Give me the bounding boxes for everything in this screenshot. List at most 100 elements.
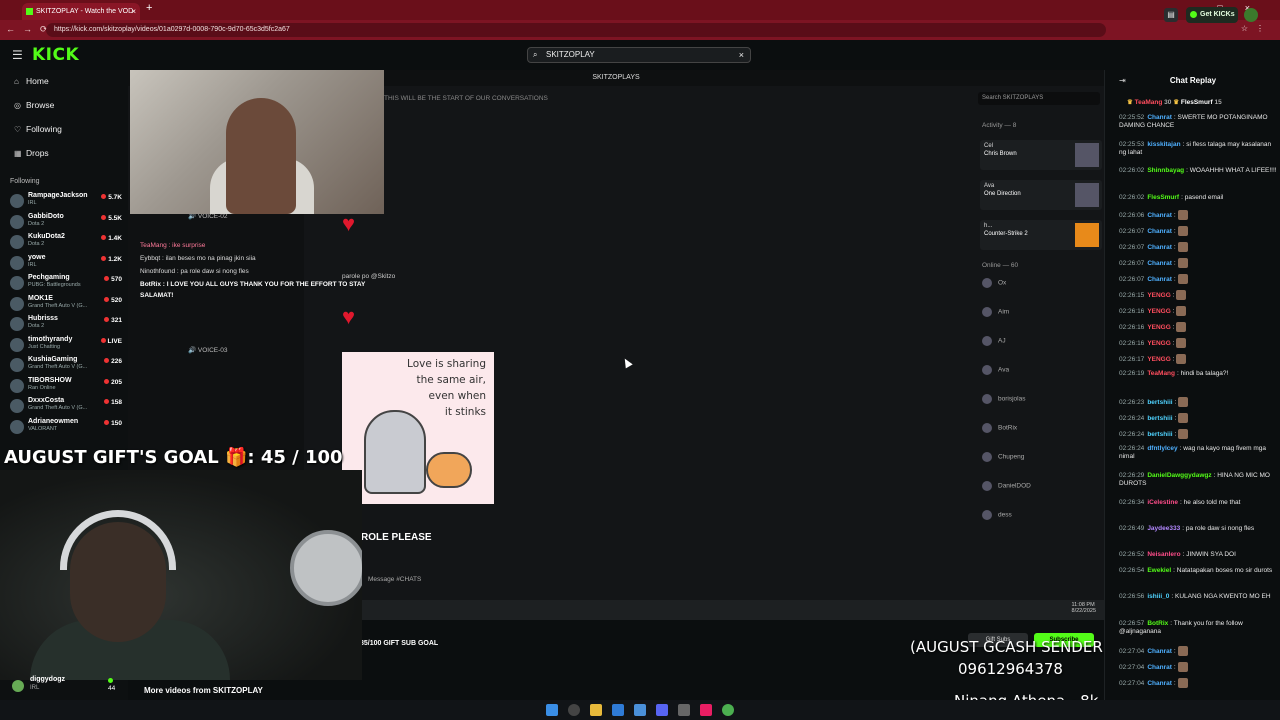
start-icon[interactable] xyxy=(546,704,558,716)
channel-viewers: 5.7K xyxy=(101,194,122,201)
channel-category: Ran Online xyxy=(28,384,56,391)
chat-username[interactable]: Shinnbayag xyxy=(1147,167,1184,174)
gift-icon: 🎁 xyxy=(224,447,248,468)
store-icon[interactable] xyxy=(634,704,646,716)
chat-username[interactable]: Chanrat xyxy=(1147,212,1172,219)
nav-home[interactable]: ⌂ Home xyxy=(14,76,49,86)
chat-username[interactable]: BotRix xyxy=(1147,620,1168,627)
sidebar-channel[interactable]: Pechgaming PUBG: Battlegrounds 570 xyxy=(10,274,124,290)
nav-browse[interactable]: ◎ Browse xyxy=(14,100,54,110)
fan-icon xyxy=(290,530,362,606)
chat-timestamp: 02:26:15 xyxy=(1119,291,1145,299)
chat-username[interactable]: YENGG xyxy=(1147,308,1170,315)
channel-category: IRL xyxy=(28,261,37,268)
chat-username[interactable]: iCelestine xyxy=(1147,499,1178,506)
get-kicks-button[interactable]: Get KICKs xyxy=(1186,7,1238,23)
sticker-fox xyxy=(364,410,426,494)
close-tab-icon[interactable]: × xyxy=(131,3,136,20)
emote-icon xyxy=(1177,258,1188,268)
sidebar-channel[interactable]: MOK1E Grand Theft Auto V (G... 520 xyxy=(10,295,124,311)
nav-following[interactable]: ♡ Following xyxy=(14,124,62,134)
theater-mode-icon[interactable]: ▤ xyxy=(1164,8,1178,22)
channel-avatar xyxy=(10,419,24,434)
settings-icon[interactable] xyxy=(678,704,690,716)
chat-message: 02:26:17 YENGG: xyxy=(1119,354,1279,364)
chat-colon: : xyxy=(1173,211,1178,219)
chat-username[interactable]: bertshiii xyxy=(1147,399,1172,406)
chat-username[interactable]: YENGG xyxy=(1147,340,1170,347)
kick-logo[interactable]: KICK xyxy=(32,45,79,65)
sidebar-channel[interactable]: timothyrandy Just Chatting LIVE xyxy=(10,336,124,352)
sidebar-channel[interactable]: Adrianeowmen VALORANT 150 xyxy=(10,418,124,434)
file-explorer-icon[interactable] xyxy=(590,704,602,716)
chat-username[interactable]: bertshiii xyxy=(1147,431,1172,438)
sidebar-channel[interactable]: GabbiDoto Dota 2 5.5K xyxy=(10,213,124,229)
emote-icon xyxy=(1178,429,1189,439)
more-videos-link[interactable]: More videos from SKITZOPLAY xyxy=(144,686,263,695)
sidebar-channel[interactable]: RampageJackson IRL 5.7K xyxy=(10,192,124,208)
channel-viewers: 150 xyxy=(104,419,122,427)
chat-username[interactable]: Chanrat xyxy=(1147,648,1172,655)
sidebar-channel[interactable]: KukuDota2 Dota 2 1.4K xyxy=(10,233,124,249)
chat-username[interactable]: DanielDawggydawgz xyxy=(1147,472,1211,479)
chat-username[interactable]: Chanrat xyxy=(1147,276,1172,283)
chrome-icon[interactable] xyxy=(722,704,734,716)
chat-username[interactable]: Chanrat xyxy=(1147,260,1172,267)
tiktok-icon[interactable] xyxy=(700,704,712,716)
chat-username[interactable]: Chanrat xyxy=(1147,244,1172,251)
chat-username[interactable]: YENGG xyxy=(1147,292,1170,299)
clear-search-icon[interactable]: × xyxy=(739,48,744,62)
chat-username[interactable]: YENGG xyxy=(1147,324,1170,331)
chat-username[interactable]: Chanrat xyxy=(1147,664,1172,671)
chat-username[interactable]: kisskitajan xyxy=(1147,141,1180,148)
channel-avatar xyxy=(10,317,24,331)
sidebar-channel[interactable]: DxxxCosta Grand Theft Auto V (G... 158 xyxy=(10,397,124,413)
discord-icon[interactable] xyxy=(656,704,668,716)
emote-icon xyxy=(1176,322,1187,332)
chat-username[interactable]: Chanrat xyxy=(1147,228,1172,235)
chat-timestamp: 02:27:04 xyxy=(1119,663,1145,671)
menu-icon[interactable]: ☰ xyxy=(12,48,23,62)
sticker-line-1: Love is sharing xyxy=(407,358,486,370)
chat-username[interactable]: dfntlylcey xyxy=(1147,445,1177,452)
emote-icon xyxy=(1177,274,1188,284)
browser-taskbar-icon[interactable] xyxy=(612,704,624,716)
chat-username[interactable]: YENGG xyxy=(1147,356,1170,363)
chat-username[interactable]: FlesSmurf xyxy=(1147,194,1179,201)
member-name: BotRix xyxy=(998,424,1018,432)
user-avatar[interactable] xyxy=(1244,8,1258,22)
member-name: Ava xyxy=(998,366,1010,374)
chat-username[interactable]: bertshiii xyxy=(1147,415,1172,422)
live-dot-icon xyxy=(104,399,110,404)
chat-username[interactable]: Neisanlero xyxy=(1147,551,1180,558)
chat-message: 02:26:07 Chanrat: xyxy=(1119,274,1279,284)
chat-username[interactable]: TeaMang xyxy=(1147,370,1175,377)
search-taskbar-icon[interactable] xyxy=(568,704,580,716)
activity-user: Cel xyxy=(984,143,994,149)
chat-username[interactable]: Jaydee333 xyxy=(1147,525,1180,532)
new-tab-button[interactable]: + xyxy=(146,2,152,14)
viewer-count: 158 xyxy=(111,399,122,406)
chat-username[interactable]: Chanrat xyxy=(1147,114,1172,121)
browser-toolbar-icons[interactable]: ☆⋮ xyxy=(1241,24,1272,33)
nav-drops[interactable]: ▦ Drops xyxy=(14,148,49,158)
search-input[interactable]: ⌕ SKITZOPLAY × xyxy=(527,47,751,63)
address-bar-row: ←→⟳ https://kick.com/skitzoplay/videos/0… xyxy=(0,20,1280,40)
overlay-msg-4: BotRix : I LOVE YOU ALL GUYS THANK YOU F… xyxy=(140,281,366,288)
chat-username[interactable]: Chanrat xyxy=(1147,680,1172,687)
chat-username[interactable]: Ewekiel xyxy=(1147,567,1171,574)
emote-icon xyxy=(1176,338,1187,348)
sidebar-channel[interactable]: TIBORSHOW Ran Online 205 xyxy=(10,377,124,393)
chat-colon: : xyxy=(1173,227,1178,235)
member-avatar xyxy=(982,452,992,462)
sidebar-channel[interactable]: KushiaGaming Grand Theft Auto V (G... 226 xyxy=(10,356,124,372)
sidebar-channel[interactable]: Hubrisss Dota 2 321 xyxy=(10,315,124,331)
sidebar-channel[interactable]: yowe IRL 1.2K xyxy=(10,254,124,270)
chat-username[interactable]: ishiii_0 xyxy=(1147,593,1169,600)
chat-message: 02:26:24 bertshiii: xyxy=(1119,429,1279,439)
sticker-line-3: even when xyxy=(428,390,486,402)
member-avatar xyxy=(982,510,992,520)
windows-taskbar xyxy=(0,700,1280,720)
browser-tab[interactable]: SKITZOPLAY - Watch the VOD × xyxy=(22,3,140,20)
url-field[interactable]: https://kick.com/skitzoplay/videos/01a02… xyxy=(46,23,1106,37)
